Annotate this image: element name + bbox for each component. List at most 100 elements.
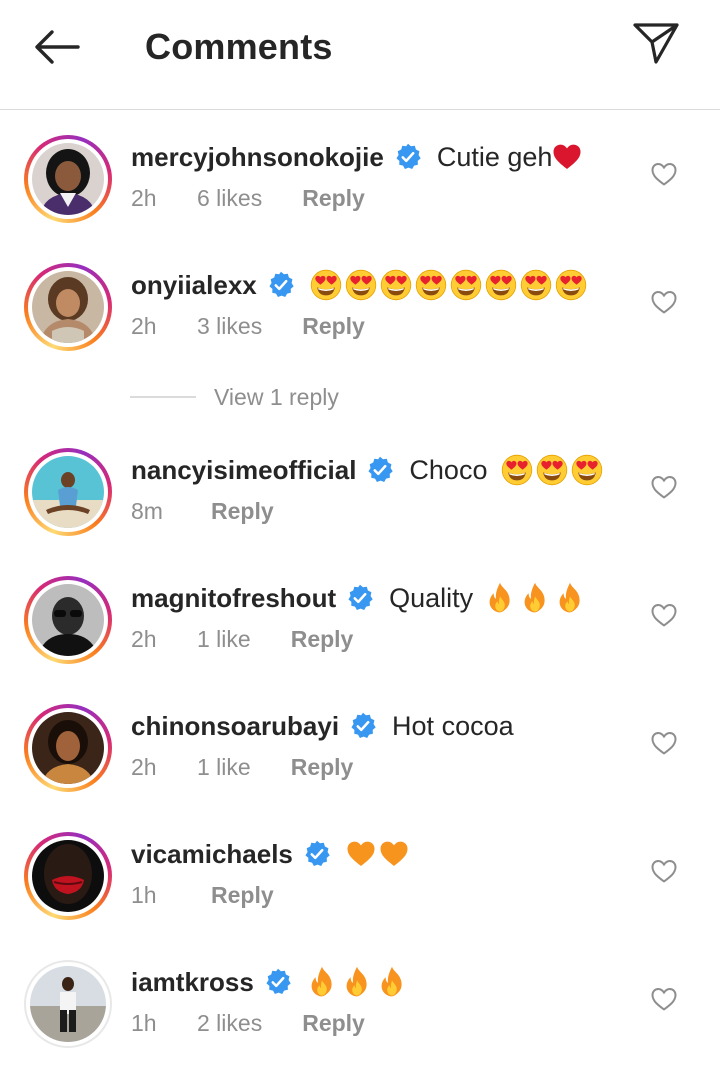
comment-emojis (307, 966, 412, 998)
username[interactable]: chinonsoarubayi (131, 711, 339, 742)
comment-emojis (501, 454, 606, 486)
likes-count[interactable]: 6 likes (197, 185, 262, 212)
red-heart-icon (552, 142, 582, 172)
page-title: Comments (145, 26, 333, 67)
verified-badge-icon (394, 143, 422, 171)
fire-emoji-icon (520, 582, 550, 614)
comment-time: 1h (131, 881, 157, 908)
comment-time: 2h (131, 184, 157, 211)
paper-plane-icon (633, 23, 679, 64)
heart-eyes-emoji-icon (520, 269, 552, 301)
story-ring (24, 704, 112, 792)
verified-badge-icon (264, 968, 292, 996)
heart-eyes-emoji-icon (450, 269, 482, 301)
comment-emojis (485, 582, 590, 614)
heart-eyes-emoji-icon (345, 269, 377, 301)
username[interactable]: mercyjohnsonokojie (131, 142, 384, 173)
verified-badge-icon (303, 840, 331, 868)
reply-button[interactable]: Reply (302, 313, 365, 340)
comment-item: chinonsoarubayi Hot cocoa 2h 1 like Repl… (0, 704, 720, 814)
comment-item: magnitofreshout Quality 2h 1 like Reply (0, 576, 720, 686)
story-ring (24, 576, 112, 664)
comment-item: onyiialexx 2h 3 likes Reply (0, 263, 720, 373)
fire-emoji-icon (377, 966, 407, 998)
comment-item: iamtkross 1h 2 likes Reply (0, 960, 720, 1070)
heart-eyes-emoji-icon (310, 269, 342, 301)
likes-count[interactable]: 1 like (197, 626, 251, 653)
likes-count[interactable]: 2 likes (197, 1010, 262, 1037)
heart-eyes-emoji-icon (555, 269, 587, 301)
share-button[interactable] (630, 20, 682, 68)
verified-badge-icon (349, 712, 377, 740)
reply-button[interactable]: Reply (211, 498, 274, 525)
story-ring (24, 832, 112, 920)
avatar-ring (24, 960, 112, 1048)
heart-outline-icon[interactable] (650, 474, 678, 500)
comment-item: mercyjohnsonokojie Cutie geh 2h 6 likes … (0, 135, 720, 245)
username[interactable]: vicamichaels (131, 839, 293, 870)
comment-time: 2h (131, 312, 157, 339)
reply-button[interactable]: Reply (302, 185, 365, 212)
fire-emoji-icon (555, 582, 585, 614)
orange-heart-icon (346, 839, 376, 869)
reply-button[interactable]: Reply (291, 626, 354, 653)
arrow-left-icon (35, 30, 80, 64)
heart-eyes-emoji-icon (485, 269, 517, 301)
divider-line (130, 396, 196, 398)
fire-emoji-icon (307, 966, 337, 998)
view-replies-button[interactable]: View 1 reply (130, 380, 339, 414)
orange-heart-icon (379, 839, 409, 869)
comment-text: Quality (389, 582, 474, 613)
verified-badge-icon (366, 456, 394, 484)
comment-time: 8m (131, 497, 163, 524)
comment-item: nancyisimeofficial Choco 8m Reply (0, 448, 720, 558)
top-bar: Comments (0, 0, 720, 110)
username[interactable]: magnitofreshout (131, 583, 336, 614)
heart-outline-icon[interactable] (650, 730, 678, 756)
comment-time: 1h (131, 1009, 157, 1036)
likes-count[interactable]: 3 likes (197, 313, 262, 340)
heart-eyes-emoji-icon (380, 269, 412, 301)
comment-text: Choco (409, 454, 488, 485)
heart-eyes-emoji-icon (501, 454, 533, 486)
comment-emojis (552, 142, 585, 172)
comment-emojis (346, 839, 412, 869)
username[interactable]: onyiialexx (131, 270, 257, 301)
reply-button[interactable]: Reply (302, 1010, 365, 1037)
story-ring (24, 135, 112, 223)
avatar[interactable] (32, 456, 104, 528)
story-ring (24, 263, 112, 351)
comment-time: 2h (131, 625, 157, 652)
fire-emoji-icon (485, 582, 515, 614)
comment-time: 2h (131, 753, 157, 780)
avatar[interactable] (32, 584, 104, 656)
heart-outline-icon[interactable] (650, 602, 678, 628)
verified-badge-icon (267, 271, 295, 299)
reply-button[interactable]: Reply (291, 754, 354, 781)
comment-text: Cutie geh (436, 141, 553, 172)
verified-badge-icon (346, 584, 374, 612)
avatar[interactable] (32, 712, 104, 784)
comment-emojis (310, 269, 590, 301)
story-ring (24, 448, 112, 536)
avatar[interactable] (32, 840, 104, 912)
heart-outline-icon[interactable] (650, 986, 678, 1012)
heart-eyes-emoji-icon (571, 454, 603, 486)
view-replies-label[interactable]: View 1 reply (214, 384, 339, 411)
avatar[interactable] (32, 143, 104, 215)
reply-button[interactable]: Reply (211, 882, 274, 909)
avatar[interactable] (30, 966, 106, 1042)
heart-outline-icon[interactable] (650, 858, 678, 884)
heart-eyes-emoji-icon (536, 454, 568, 486)
back-button[interactable] (28, 22, 84, 72)
heart-eyes-emoji-icon (415, 269, 447, 301)
likes-count[interactable]: 1 like (197, 754, 251, 781)
heart-outline-icon[interactable] (650, 289, 678, 315)
fire-emoji-icon (342, 966, 372, 998)
username[interactable]: iamtkross (131, 967, 254, 998)
username[interactable]: nancyisimeofficial (131, 455, 356, 486)
heart-outline-icon[interactable] (650, 161, 678, 187)
avatar[interactable] (32, 271, 104, 343)
comment-text: Hot cocoa (392, 710, 514, 741)
comment-item: vicamichaels 1h Reply (0, 832, 720, 942)
